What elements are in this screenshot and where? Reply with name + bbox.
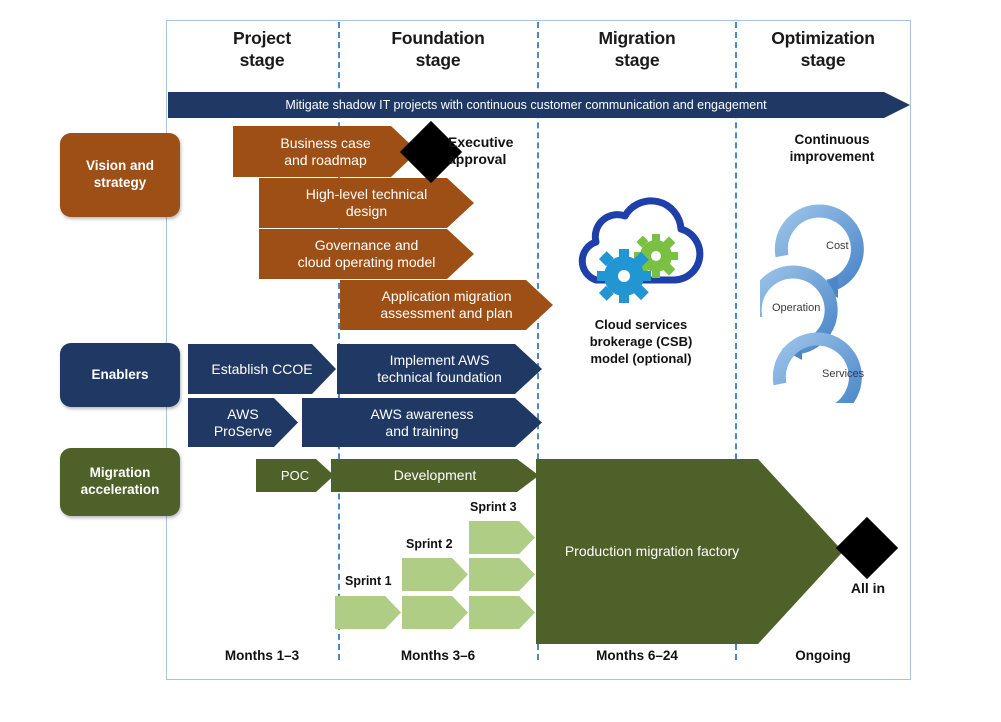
arrow-establish-ccoe-text: Establish CCOE [211,360,313,377]
cycle-node-cost: Cost [826,240,849,252]
arrow-production-migration-factory-text: Production migration factory [564,543,740,560]
stage-migration-header: Migration stage [598,28,676,70]
arrow-business-case-and-roadmap-text: Business case and roadmap [280,134,371,168]
continuous-improvement-title: Continuous improvement [789,132,875,164]
lane-vision-and-strategy: Vision and strategy [60,133,180,217]
gear-blue-icon [597,249,651,303]
month-label-foundation: Months 3–6 [400,648,476,663]
arrow-implement-aws-technical-foundation: Implement AWS technical foundation [337,344,542,394]
arrow-establish-ccoe: Establish CCOE [188,344,336,394]
cycle-node-services: Services [822,368,865,380]
banner-body: Mitigate shadow IT projects with continu… [168,92,884,118]
arrow-business-case-and-roadmap: Business case and roadmap [233,126,418,177]
arrow-application-migration-assessment-and-plan-text: Application migration assessment and plan [380,288,513,321]
month-label-migration: Months 6–24 [596,648,678,663]
csb-caption: Cloud services brokerage (CSB) model (opti… [589,317,693,366]
sprint-1-label: Sprint 1 [345,574,392,588]
arrow-governance-and-cloud-operating-model: Governance and cloud operating model [259,229,474,279]
lane-vision-and-strategy-text: Vision and strategy [85,158,154,190]
cycle-node-operation: Operation [772,302,821,314]
arrow-development: Development [331,459,539,492]
stage-project-header: Project stage [233,28,291,70]
arrow-high-level-technical-design: High-level technical design [259,178,474,228]
month-label-optimization: Ongoing [795,648,851,663]
cloud-services-brokerage-group: Cloud services brokerage (CSB) model (opti… [556,196,726,368]
sprint-3-label: Sprint 3 [470,500,517,514]
sprint-2-label: Sprint 2 [406,537,453,551]
lane-enablers-text: Enablers [91,366,149,382]
stage-foundation-header: Foundation stage [391,28,485,70]
arrow-development-text: Development [393,467,477,484]
lane-migration-acceleration: Migration acceleration [60,448,180,516]
milestone-all-in-label: All in [850,580,886,596]
arrow-application-migration-assessment-and-plan: Application migration assessment and plan [340,280,553,330]
diagram-canvas: Project stage Foundation stage Migration stag… [0,0,1001,722]
arrow-governance-and-cloud-operating-model-text: Governance and cloud operating model [297,237,436,270]
arrow-aws-awareness-and-training-text: AWS awareness and training [370,405,474,439]
banner-text: Mitigate shadow IT projects with continu… [285,98,767,112]
arrow-aws-awareness-and-training: AWS awareness and training [302,398,542,447]
banner-arrow-tip [884,92,910,118]
arrow-aws-proserve-text: AWS ProServe [213,405,273,439]
arrow-poc-text: POC [280,467,310,483]
arrow-implement-aws-technical-foundation-text: Implement AWS technical foundation [377,352,502,385]
lane-migration-acceleration-text: Migration acceleration [80,465,160,497]
stage-optimization-header: Optimization stage [771,28,875,70]
continuous-improvement-cycle: Cost Operation Services [748,188,910,421]
lane-enablers: Enablers [60,343,180,407]
month-label-project: Months 1–3 [224,648,300,663]
cloud-gears-icon [578,197,704,303]
mitigate-shadow-it-banner: Mitigate shadow IT projects with continu… [168,92,910,118]
arrow-high-level-technical-design-text: High-level technical design [305,186,428,219]
milestone-executive-approval-label: Executive approval [448,134,514,167]
